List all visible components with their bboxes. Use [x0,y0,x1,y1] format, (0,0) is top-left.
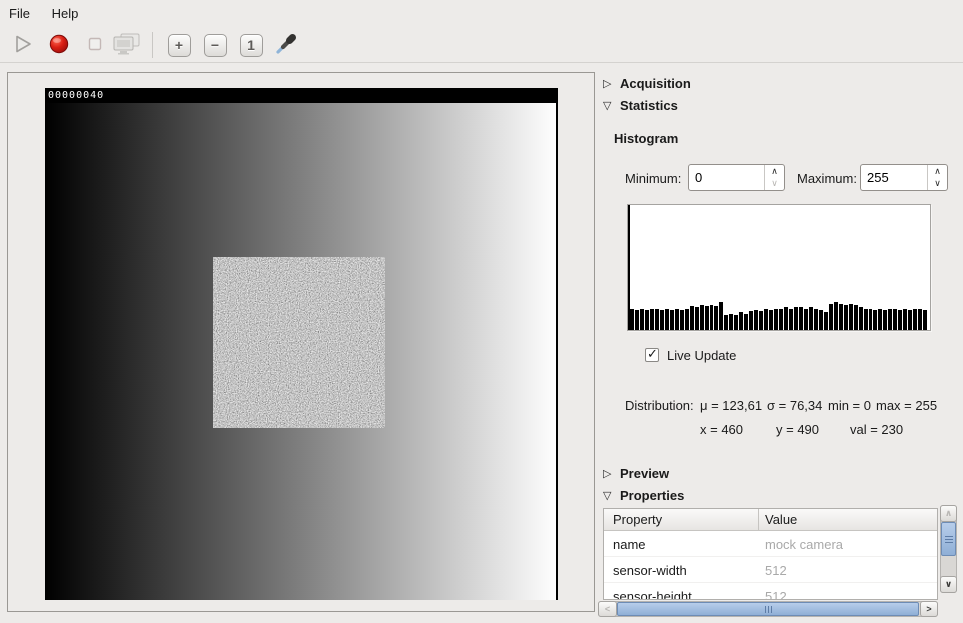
scroll-up-icon: ∧ [945,508,952,519]
record-icon [48,33,70,58]
zoom-original-icon: 1 [240,34,263,57]
distribution-label: Distribution: [625,398,694,413]
color-picker-button[interactable] [271,30,301,60]
cursor-y: y = 490 [776,422,819,437]
zoom-in-button[interactable]: + [164,30,194,60]
spin-up-icon: ∧ [934,167,941,176]
scroll-left-icon: < [605,604,610,614]
expander-acquisition[interactable]: ▷ Acquisition [603,76,691,91]
live-update-checkbox[interactable]: ✓ [645,348,659,362]
frame-counter: 00000040 [48,90,104,101]
menubar: File Help [0,0,963,27]
property-name: sensor-height [604,583,759,600]
distribution-mean: μ = 123,61 [700,398,762,413]
minimum-label: Minimum: [625,171,681,186]
zoom-in-icon: + [168,34,191,57]
menu-file[interactable]: File [0,0,39,26]
display-icon [113,32,141,59]
hscroll-right-button[interactable]: > [920,601,938,617]
maximum-spin-down[interactable]: ∨ [928,178,947,191]
properties-vscrollbar: ∧ ∨ [940,505,957,593]
properties-label: Properties [620,488,684,503]
minimum-spin-up[interactable]: ∧ [765,165,784,178]
hscroll-left-button[interactable]: < [598,601,617,617]
statistics-label: Statistics [620,98,678,113]
hscroll-thumb[interactable] [617,602,919,616]
histogram-bars [630,205,928,330]
property-value: mock camera [759,531,937,556]
spin-up-icon: ∧ [771,167,778,176]
expander-statistics[interactable]: ▽ Statistics [603,98,678,113]
histogram-plot [627,204,931,331]
properties-rows: namemock camerasensor-width512sensor-hei… [604,531,937,600]
minimum-spinbox: ∧ ∨ [688,164,785,191]
chevron-down-icon: ▽ [603,489,620,502]
chevron-down-icon: ▽ [603,99,620,112]
frame-counter-bar: 00000040 [45,88,558,103]
cursor-x: x = 460 [700,422,743,437]
property-value: 512 [759,583,937,600]
record-button[interactable] [44,30,74,60]
grip-icon [945,536,953,543]
vscroll-thumb[interactable] [941,522,956,556]
preview-label: Preview [620,466,669,481]
image-right-edge [556,88,558,600]
spin-down-icon: ∨ [934,179,941,188]
column-header-value[interactable]: Value [759,509,937,530]
expander-preview[interactable]: ▷ Preview [603,466,669,481]
table-row[interactable]: sensor-height512 [604,583,937,600]
maximum-label: Maximum: [797,171,857,186]
property-name: name [604,531,759,556]
properties-table-header: Property Value [604,509,937,531]
property-name: sensor-width [604,557,759,582]
spin-down-icon: ∨ [771,179,778,188]
acquisition-label: Acquisition [620,76,691,91]
maximum-spin-up[interactable]: ∧ [928,165,947,178]
properties-table: Property Value namemock camerasensor-wid… [603,508,938,600]
distribution-sigma: σ = 76,34 [767,398,822,413]
cursor-val: val = 230 [850,422,903,437]
column-header-property[interactable]: Property [604,509,759,530]
checkmark-icon: ✓ [647,346,658,362]
chevron-right-icon: ▷ [603,467,620,480]
vscroll-up-button[interactable]: ∧ [940,505,957,522]
scroll-down-icon: ∨ [945,579,952,590]
zoom-out-button[interactable]: − [200,30,230,60]
chevron-right-icon: ▷ [603,77,620,90]
eyedropper-icon [274,32,298,59]
maximum-input[interactable] [861,165,927,190]
vscroll-down-button[interactable]: ∨ [940,576,957,593]
toolbar: + − 1 [0,27,963,63]
stop-icon [85,34,105,57]
property-value: 512 [759,557,937,582]
menu-help[interactable]: Help [43,0,88,26]
zoom-original-button[interactable]: 1 [236,30,266,60]
toolbar-separator [152,32,153,58]
maximum-spinbox: ∧ ∨ [860,164,948,191]
zoom-out-icon: − [204,34,227,57]
properties-hscrollbar: < > [598,601,938,617]
table-row[interactable]: namemock camera [604,531,937,557]
minimum-spin-down[interactable]: ∨ [765,178,784,191]
play-button[interactable] [8,30,38,60]
distribution-min: min = 0 [828,398,871,413]
minimum-input[interactable] [689,165,764,190]
play-icon [12,33,34,58]
grip-icon [765,606,772,613]
histogram-section-label: Histogram [614,131,678,146]
fullscreen-button[interactable] [112,30,142,60]
live-update-label: Live Update [667,348,736,363]
stop-button[interactable] [80,30,110,60]
camera-image[interactable]: 00000040 [45,88,558,600]
noise-region [213,257,385,428]
distribution-max: max = 255 [876,398,937,413]
table-row[interactable]: sensor-width512 [604,557,937,583]
expander-properties[interactable]: ▽ Properties [603,488,684,503]
scroll-right-icon: > [926,604,931,614]
image-viewport: 00000040 [7,72,595,612]
